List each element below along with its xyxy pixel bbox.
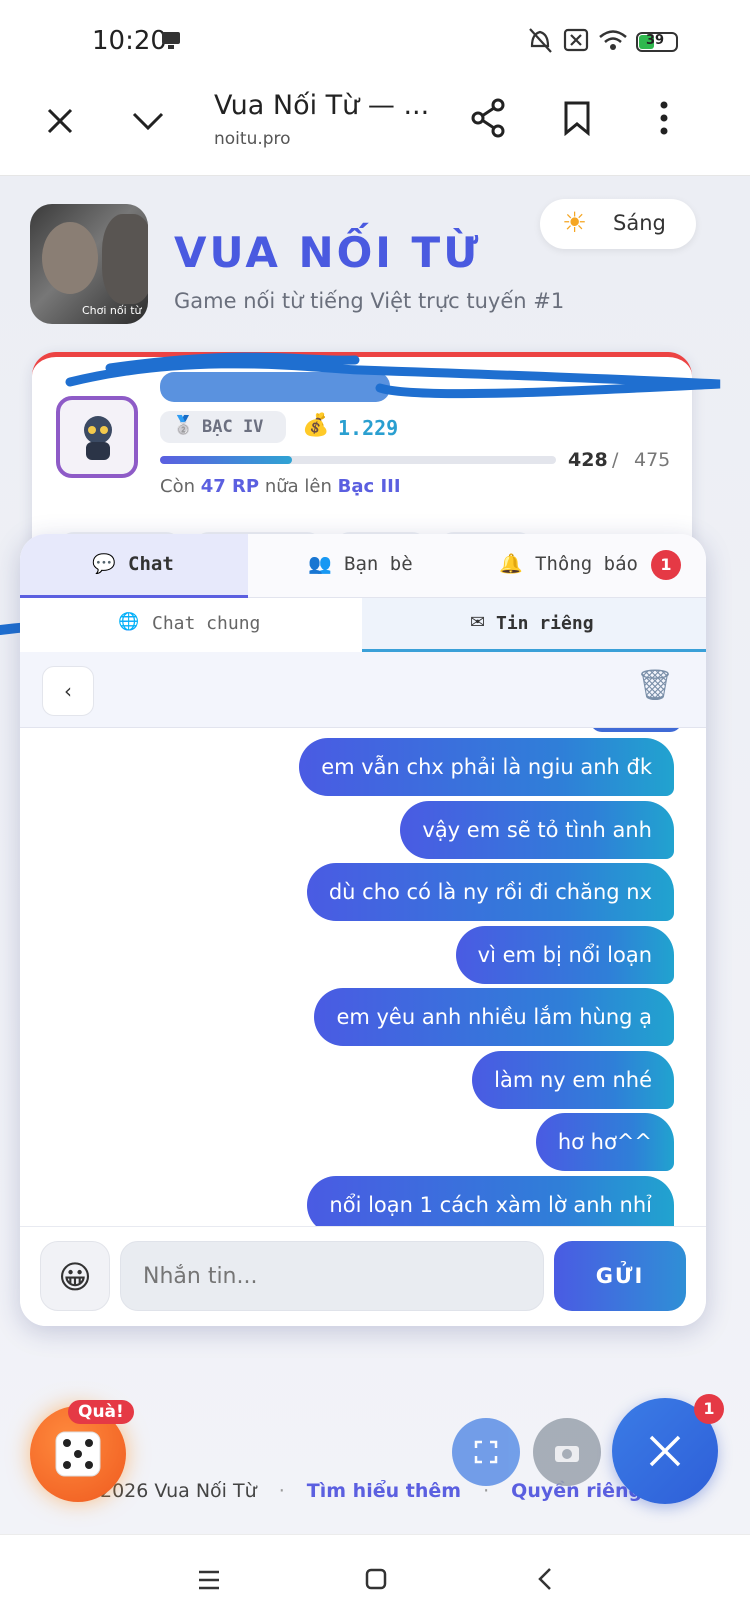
subtab-private[interactable]: ✉ Tin riêng [362, 598, 706, 652]
browser-url[interactable]: noitu.pro [214, 129, 291, 149]
home-icon[interactable] [364, 1567, 388, 1591]
tab-chat[interactable]: 💬 Chat [20, 534, 248, 598]
tab-notifications[interactable]: 🔔 Thông báo 1 [477, 534, 706, 598]
gift-label: Quà! [68, 1400, 134, 1424]
sun-icon: ☀ [562, 206, 588, 239]
battery-level: 39 [646, 33, 665, 48]
message-bubble: em vẫn chx phải là ngiu anh đk [299, 738, 674, 796]
status-bar: 10:20 39 [0, 0, 750, 84]
bell-muted-icon [529, 28, 552, 53]
tab-friends[interactable]: 👥 Bạn bè [248, 534, 477, 598]
more-icon[interactable] [658, 100, 670, 136]
back-button[interactable]: ‹ [42, 666, 94, 716]
bell-icon: 🔔 [499, 553, 523, 575]
brand-tagline: Game nối từ tiếng Việt trực tuyến #1 [174, 289, 565, 313]
theme-label: Sáng [613, 211, 666, 235]
chat-subtabs: 🌐 Chat chung ✉ Tin riêng [20, 598, 706, 652]
browser-toolbar: Vua Nối Từ — ... noitu.pro [0, 84, 750, 176]
message-bubble: làm ny em nhé [472, 1050, 674, 1109]
tab-friends-label: Bạn bè [344, 553, 413, 575]
message-list: em vẫn chx phải là ngiu anh đk vậy em sẽ … [20, 728, 706, 1228]
emoji-button[interactable]: 😀 [40, 1241, 110, 1311]
camera-icon [555, 1446, 579, 1462]
system-nav-bar [0, 1534, 750, 1624]
footer-copyright: 2026 Vua Nối Từ [100, 1480, 257, 1502]
footer-learn-link[interactable]: Tìm hiểu thêm [307, 1480, 461, 1502]
bookmark-icon[interactable] [563, 100, 591, 136]
send-button[interactable]: GỬI [554, 1241, 686, 1311]
screen-icon [162, 32, 180, 49]
conversation-header: ‹ 🗑 [20, 652, 706, 728]
envelope-icon: ✉ [470, 612, 486, 633]
message-bubble: hơ hơ^^ [535, 1113, 674, 1171]
message-bubble: vì em bị nổi loạn [455, 925, 674, 984]
tab-chat-label: Chat [128, 553, 174, 575]
globe-icon: 🌐 [118, 612, 140, 632]
battery-icon: 39 [636, 32, 678, 52]
chat-bubble-icon: 💬 [92, 553, 116, 575]
notification-badge: 1 [651, 550, 681, 580]
message-bubble: em yêu anh nhiều lắm hùng ạ [314, 988, 674, 1046]
back-icon[interactable] [537, 1567, 553, 1591]
close-icon [649, 1435, 681, 1467]
chat-panel: 💬 Chat 👥 Bạn bè 🔔 Thông báo 1 🌐 Chat chu… [20, 534, 706, 1326]
close-icon[interactable] [45, 106, 75, 136]
no-sim-icon [563, 28, 589, 52]
message-bubble: nổi loạn 1 cách xàm lờ anh nhỉ [307, 1175, 674, 1228]
wifi-icon [599, 30, 627, 50]
logo-caption: Chơi nối từ [82, 304, 142, 317]
recents-icon[interactable] [197, 1569, 221, 1591]
friends-icon: 👥 [308, 553, 332, 575]
footer-sep-1: · [278, 1480, 285, 1502]
message-bubble: vậy em sẽ tỏ tình anh [400, 800, 674, 859]
fullscreen-icon [474, 1440, 498, 1464]
fullscreen-button[interactable] [452, 1418, 520, 1486]
message-bubble-partial [590, 728, 682, 732]
subtab-public[interactable]: 🌐 Chat chung [20, 598, 362, 652]
subtab-private-label: Tin riêng [496, 613, 594, 634]
tab-notifications-label: Thông báo [535, 553, 638, 575]
message-input[interactable] [120, 1241, 544, 1311]
app-logo: Chơi nối từ [30, 204, 148, 324]
camera-button[interactable] [533, 1418, 601, 1486]
dice-icon [55, 1431, 101, 1477]
subtab-public-label: Chat chung [152, 613, 261, 634]
brand-title: VUA NỐI TỪ [174, 228, 482, 277]
chevron-down-icon[interactable] [131, 110, 165, 132]
message-bubble: dù cho có là ny rồi đi chăng nx [306, 863, 674, 921]
trash-icon[interactable]: 🗑 [636, 668, 674, 703]
status-time: 10:20 [92, 26, 167, 56]
theme-toggle[interactable]: ☀ Sáng [540, 199, 696, 249]
fab-badge: 1 [694, 1394, 724, 1424]
browser-page-title: Vua Nối Từ — ... [214, 90, 430, 121]
chat-tabbar: 💬 Chat 👥 Bạn bè 🔔 Thông báo 1 [20, 534, 706, 598]
share-icon[interactable] [470, 98, 506, 138]
composer: 😀 GỬI [20, 1226, 706, 1326]
